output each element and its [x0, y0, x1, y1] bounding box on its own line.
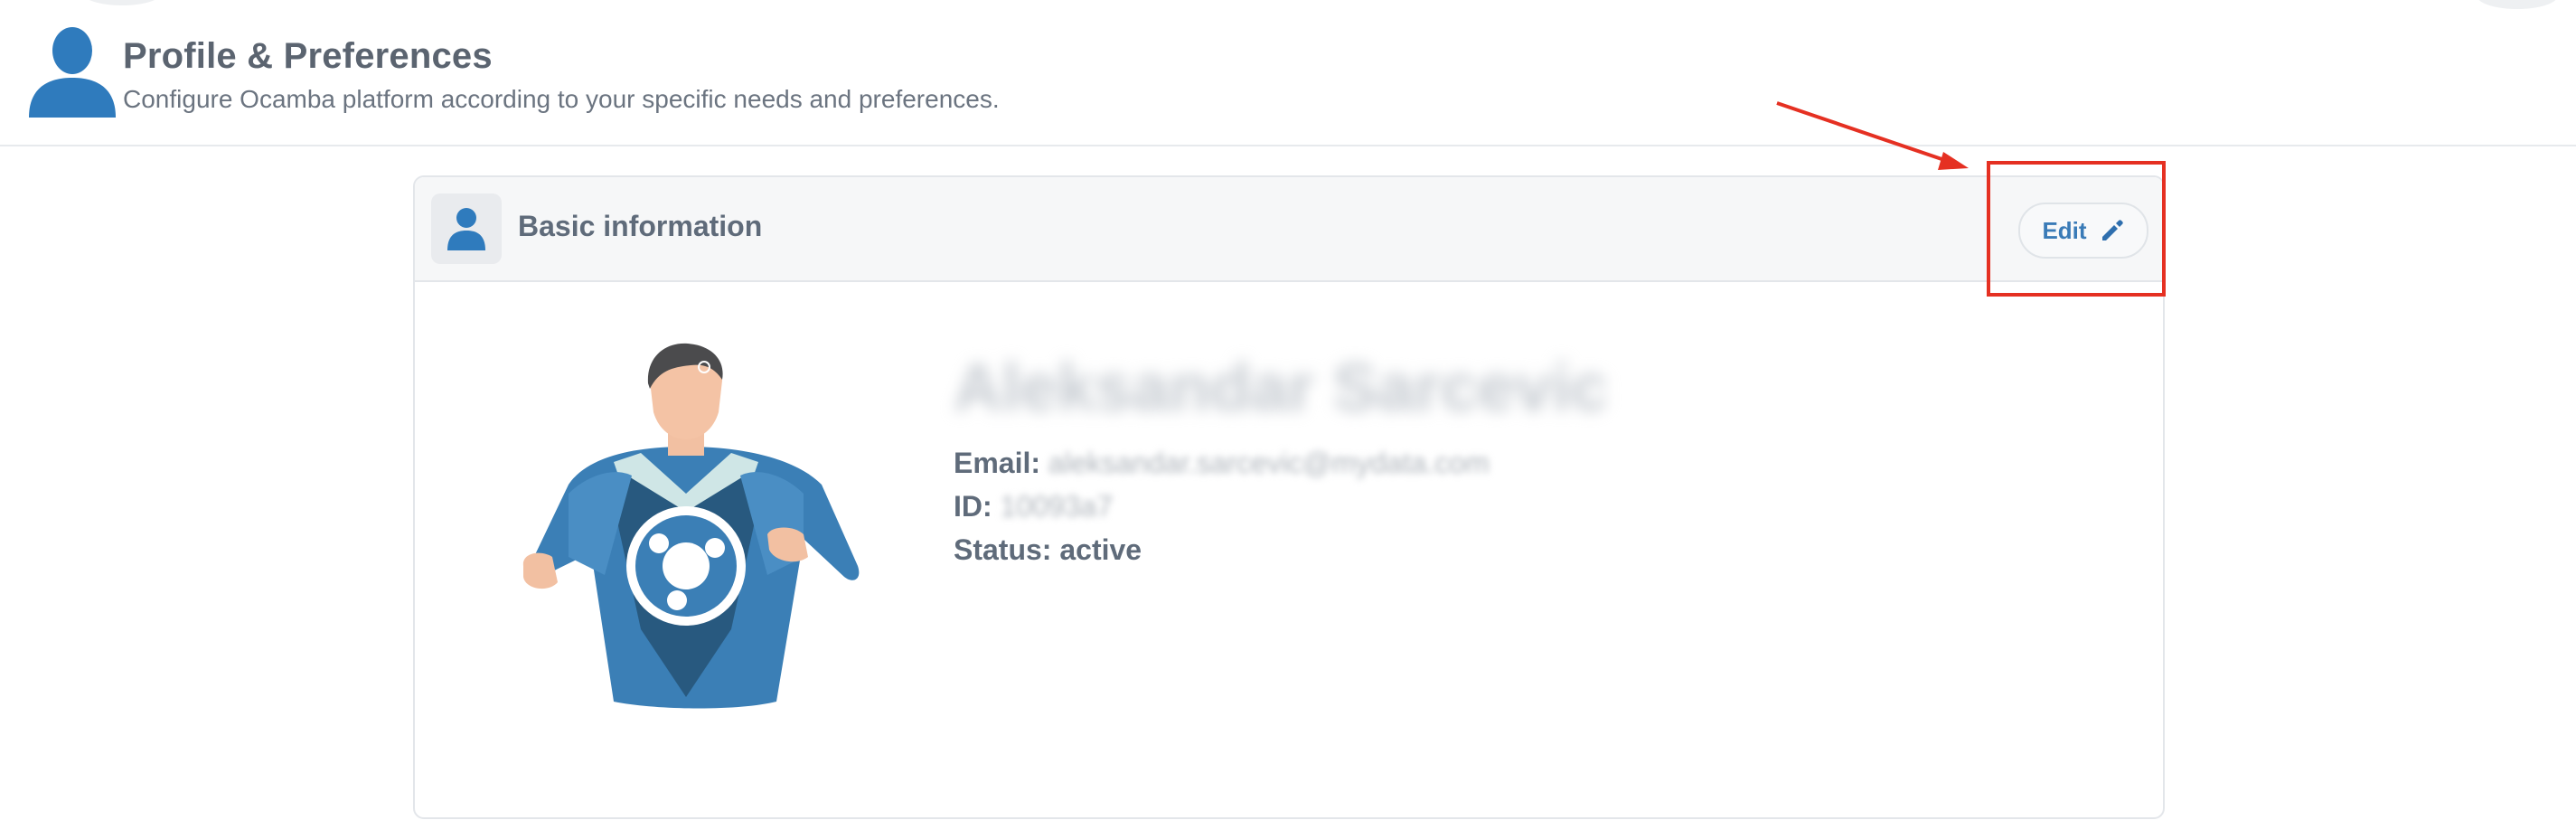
id-row: ID: 10093a7 — [954, 490, 1113, 523]
profile-name: Aleksandar Sarcevic — [954, 350, 1609, 425]
page-header: Profile & Preferences Configure Ocamba p… — [0, 0, 2576, 146]
id-label: ID: — [954, 490, 992, 523]
id-value: 10093a7 — [1000, 490, 1114, 523]
email-row: Email: aleksandar.sarcevic@mydata.com — [954, 447, 1490, 480]
highlight-box — [1987, 161, 2166, 297]
status-row: Status: active — [954, 533, 1142, 567]
card-header: Basic information Edit — [415, 177, 2163, 282]
user-icon — [29, 27, 116, 118]
user-icon — [447, 208, 485, 250]
email-label: Email: — [954, 447, 1041, 479]
email-value: aleksandar.sarcevic@mydata.com — [1048, 447, 1490, 479]
card-header-icon-box — [431, 193, 502, 264]
superhero-avatar — [522, 343, 860, 709]
page-title: Profile & Preferences — [123, 36, 493, 76]
page-subtitle: Configure Ocamba platform according to y… — [123, 85, 1000, 113]
status-value: active — [1059, 533, 1142, 566]
basic-information-card: Basic information Edit Aleksandar Sarcev… — [413, 175, 2165, 819]
status-label: Status: — [954, 533, 1052, 566]
card-title: Basic information — [518, 210, 763, 242]
